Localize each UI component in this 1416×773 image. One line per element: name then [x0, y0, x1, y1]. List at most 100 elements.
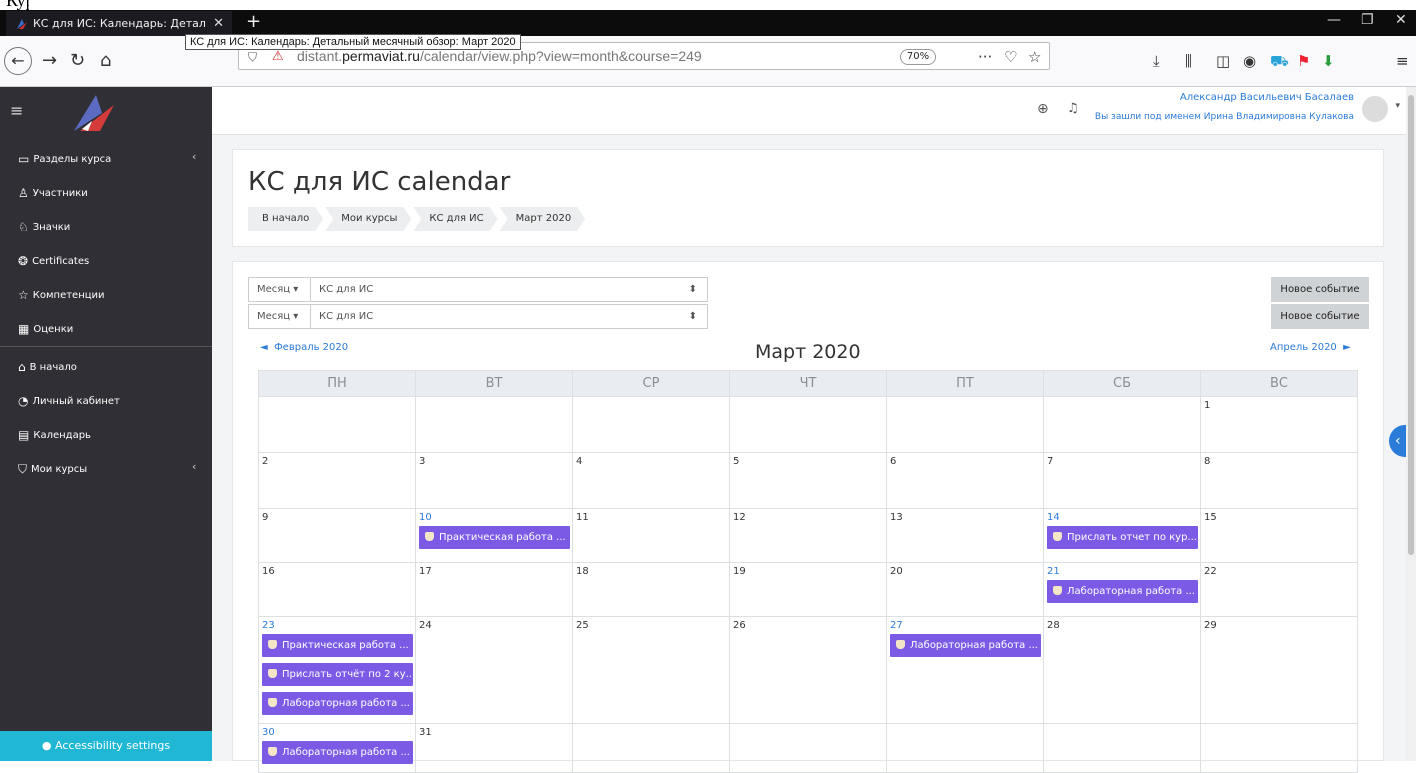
language-globe-icon[interactable]: ⊕ [1037, 101, 1049, 117]
sidebar-item-home[interactable]: ⌂ В начало [18, 360, 77, 374]
hamburger-icon[interactable]: ≡ [10, 101, 23, 120]
logged-in-as[interactable]: Вы зашли под именем Ирина Владимировна К… [1095, 112, 1354, 122]
course-select-2[interactable]: КС для ИС ⬍ [311, 305, 707, 328]
next-month-link[interactable]: Апрель 2020 ► [1270, 342, 1351, 353]
sidebar-item-participants[interactable]: ♙ Участники [18, 186, 88, 200]
site-logo[interactable] [70, 91, 122, 133]
breadcrumb-home[interactable]: В начало [248, 207, 323, 231]
window-close-icon[interactable]: ✕ [1395, 12, 1407, 28]
bookmark-star-icon[interactable]: ☆ [1028, 48, 1041, 66]
page-actions-icon[interactable]: ··· [978, 48, 992, 66]
home-browser-icon[interactable]: ⌂ [100, 50, 111, 71]
sidebar-collapse-chevron-icon[interactable]: ‹ [192, 150, 196, 163]
accessibility-settings-button[interactable]: ● Accessibility settings [0, 731, 212, 761]
day-cell[interactable]: 3 [415, 452, 573, 509]
extension-download-icon[interactable]: ⬇ [1322, 52, 1335, 70]
new-event-button-2[interactable]: Новое событие [1271, 304, 1369, 329]
sidebar-item-dashboard[interactable]: ◔ Личный кабинет [18, 394, 120, 408]
course-select[interactable]: КС для ИС ⬍ [311, 278, 707, 301]
day-link[interactable]: 10 [419, 511, 569, 525]
day-cell[interactable]: 12 [729, 508, 887, 563]
insecure-lock-icon[interactable]: ⚠ [272, 49, 284, 64]
day-cell[interactable]: 22 [1200, 562, 1358, 617]
day-cell[interactable]: 6 [886, 452, 1044, 509]
day-cell[interactable]: 24 [415, 616, 573, 724]
day-link[interactable]: 14 [1047, 511, 1197, 525]
sidebar-item-sections[interactable]: ▭ Разделы курса [18, 152, 111, 166]
cart-icon[interactable]: ⛟ [1270, 52, 1289, 72]
calendar-event[interactable]: Прислать отчёт по 2 ку... [262, 663, 413, 686]
browser-tab[interactable]: КС для ИС: Календарь: Детал ✕ [6, 11, 232, 36]
download-icon[interactable]: ⤓ [1153, 52, 1160, 70]
calendar-event[interactable]: Лабораторная работа ... [262, 692, 413, 715]
day-cell[interactable]: 16 [258, 562, 416, 617]
day-cell[interactable]: 26 [729, 616, 887, 724]
sidebar-item-my-courses[interactable]: ⛉ Мои курсы [18, 462, 87, 477]
shield-icon[interactable]: ⛉ [248, 50, 257, 65]
day-cell[interactable]: 28 [1043, 616, 1201, 724]
notification-bell-icon[interactable]: ♫ [1067, 101, 1079, 116]
day-cell[interactable]: 23 Практическая работа ... Прислать отчё… [258, 616, 416, 724]
view-select-2[interactable]: Месяц ▾ [249, 305, 311, 328]
day-cell[interactable]: 10 Практическая работа ... [415, 508, 573, 563]
view-select[interactable]: Месяц ▾ [249, 278, 311, 301]
my-courses-chevron-icon[interactable]: ‹ [192, 460, 196, 473]
sidebar-item-competencies[interactable]: ☆ Компетенции [18, 288, 105, 302]
sidebar-item-calendar[interactable]: ▤ Календарь [18, 428, 91, 442]
day-cell[interactable]: 8 [1200, 452, 1358, 509]
calendar-event[interactable]: Прислать отчет по кур... [1047, 526, 1198, 549]
reload-icon[interactable]: ↻ [70, 50, 85, 71]
day-cell[interactable]: 21 Лабораторная работа ... [1043, 562, 1201, 617]
day-cell[interactable]: 4 [572, 452, 730, 509]
day-cell[interactable]: 20 [886, 562, 1044, 617]
day-cell[interactable]: 2 [258, 452, 416, 509]
menu-icon[interactable]: ≡ [1396, 52, 1409, 70]
breadcrumb-course[interactable]: КС для ИС [413, 207, 497, 231]
day-link[interactable]: 30 [262, 726, 412, 740]
user-name[interactable]: Александр Васильевич Басалаев [1180, 92, 1354, 103]
forward-arrow-icon[interactable]: → [42, 50, 57, 71]
day-cell[interactable]: 29 [1200, 616, 1358, 724]
new-event-button[interactable]: Новое событие [1271, 277, 1369, 302]
sidebar-icon[interactable]: ◫ [1216, 52, 1230, 70]
day-cell[interactable]: 9 [258, 508, 416, 563]
minimize-icon[interactable]: — [1327, 12, 1341, 28]
account-icon[interactable]: ◉ [1243, 52, 1256, 70]
back-arrow-icon[interactable]: ← [4, 47, 32, 75]
day-cell[interactable]: 11 [572, 508, 730, 563]
breadcrumb-month[interactable]: Март 2020 [500, 207, 586, 231]
tab-close-icon[interactable]: ✕ [213, 11, 224, 36]
calendar-event[interactable]: Практическая работа ... [262, 634, 413, 657]
day-cell[interactable]: 13 [886, 508, 1044, 563]
day-cell[interactable]: 19 [729, 562, 887, 617]
day-link[interactable]: 23 [262, 619, 412, 633]
new-tab-button[interactable]: + [246, 10, 261, 34]
calendar-event[interactable]: Лабораторная работа ... [890, 634, 1041, 657]
day-cell[interactable]: 17 [415, 562, 573, 617]
day-cell[interactable]: 15 [1200, 508, 1358, 563]
day-cell[interactable]: 30 Лабораторная работа ... [258, 723, 416, 773]
sidebar-item-grades[interactable]: ▦ Оценки [18, 322, 73, 336]
library-icon[interactable]: ⫼ [1185, 52, 1192, 70]
day-cell[interactable]: 14 Прислать отчет по кур... [1043, 508, 1201, 563]
breadcrumb-my-courses[interactable]: Мои курсы [325, 207, 411, 231]
day-cell[interactable]: 1 [1200, 396, 1358, 453]
day-link[interactable]: 21 [1047, 565, 1197, 579]
day-cell[interactable]: 18 [572, 562, 730, 617]
user-menu-caret-icon[interactable]: ▾ [1395, 101, 1400, 111]
prev-month-link[interactable]: ◄ Февраль 2020 [260, 342, 348, 353]
restore-icon[interactable]: ❐ [1361, 12, 1374, 28]
avatar[interactable] [1362, 96, 1388, 122]
sidebar-item-certificates[interactable]: ❂ Certificates [18, 254, 89, 268]
flag-icon[interactable]: ⚑ [1297, 52, 1310, 70]
calendar-event[interactable]: Практическая работа ... [419, 526, 570, 549]
day-link[interactable]: 27 [890, 619, 1040, 633]
day-cell[interactable]: 27 Лабораторная работа ... [886, 616, 1044, 724]
calendar-event[interactable]: Лабораторная работа ... [1047, 580, 1198, 603]
pocket-icon[interactable]: ♡ [1004, 48, 1017, 66]
day-cell[interactable]: 5 [729, 452, 887, 509]
day-cell[interactable]: 25 [572, 616, 730, 724]
scrollbar-thumb[interactable] [1408, 95, 1414, 555]
zoom-level[interactable]: 70% [900, 49, 936, 65]
day-cell[interactable]: 7 [1043, 452, 1201, 509]
